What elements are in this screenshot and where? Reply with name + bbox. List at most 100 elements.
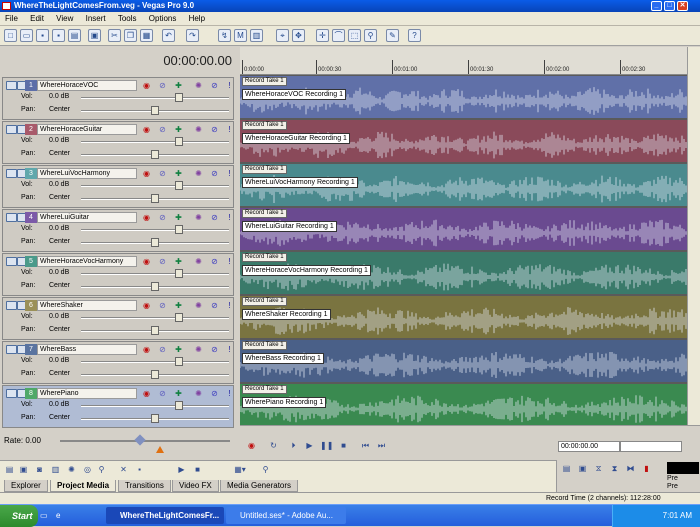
- track-name[interactable]: WhereLuiGuitar: [37, 212, 137, 223]
- track-header[interactable]: 5 WhereHoraceVocHarmony ◉ ⊘ ✚ ✺ ⊘! Vol: 0.0 dB Pa…: [2, 253, 234, 296]
- volume-slider[interactable]: [81, 313, 229, 322]
- track-motion-icon[interactable]: ✺: [194, 81, 203, 90]
- arm-record-icon[interactable]: ◉: [142, 345, 151, 354]
- snapping-icon[interactable]: ⌖: [276, 29, 289, 42]
- track-header[interactable]: 7 WhereBass ◉ ⊘ ✚ ✺ ⊘! Vol: 0.0 dB Pan: Center: [2, 341, 234, 384]
- rate-slider[interactable]: [60, 434, 230, 453]
- mute-icon[interactable]: ⊘: [210, 81, 219, 90]
- track-name[interactable]: WhereLuiVocHarmony: [37, 168, 137, 179]
- track-name[interactable]: WhereShaker: [37, 300, 137, 311]
- envelope-icon[interactable]: ✚: [174, 257, 183, 266]
- track-header[interactable]: 6 WhereShaker ◉ ⊘ ✚ ✺ ⊘! Vol: 0.0 dB Pan: Center: [2, 297, 234, 340]
- pan-thumb[interactable]: [151, 194, 159, 203]
- solo-icon[interactable]: !: [225, 169, 234, 178]
- volume-thumb[interactable]: [175, 181, 183, 190]
- track-header[interactable]: 4 WhereLuiGuitar ◉ ⊘ ✚ ✺ ⊘! Vol: 0.0 dB Pan: Cente…: [2, 209, 234, 252]
- save-icon[interactable]: ▪: [36, 29, 49, 42]
- track-motion-icon[interactable]: ✺: [194, 389, 203, 398]
- volume-slider[interactable]: [81, 357, 229, 366]
- menu-help[interactable]: Help: [184, 12, 210, 26]
- volume-thumb[interactable]: [175, 269, 183, 278]
- render-icon[interactable]: ▤: [68, 29, 81, 42]
- volume-slider[interactable]: [81, 93, 229, 102]
- arm-record-icon[interactable]: ◉: [142, 257, 151, 266]
- volume-thumb[interactable]: [175, 401, 183, 410]
- solo-icon[interactable]: !: [225, 257, 234, 266]
- pan-thumb[interactable]: [151, 238, 159, 247]
- save-as-icon[interactable]: ▪: [52, 29, 65, 42]
- tab-project-media[interactable]: Project Media: [50, 480, 117, 492]
- whats-this-icon[interactable]: ?: [408, 29, 421, 42]
- pan-slider[interactable]: [81, 326, 229, 335]
- remove-media-icon[interactable]: ✕: [118, 464, 129, 475]
- track-lane[interactable]: Record Take 1 WhereHoraceVocHarmony Recor…: [240, 252, 687, 294]
- mixer-properties-icon[interactable]: ⧓: [625, 463, 636, 474]
- search-icon[interactable]: ⚲: [260, 464, 271, 475]
- preview-play-icon[interactable]: ▶: [176, 464, 187, 475]
- envelope-icon[interactable]: ✚: [174, 125, 183, 134]
- arm-record-icon[interactable]: ◉: [142, 125, 151, 134]
- cut-icon[interactable]: ✂: [108, 29, 121, 42]
- zoom-tool-icon[interactable]: ⚲: [364, 29, 377, 42]
- track-header[interactable]: 1 WhereHoraceVOC ◉ ⊘ ✚ ✺ ⊘! Vol: 0.0 dB Pan: Cente…: [2, 77, 234, 120]
- envelope-icon[interactable]: ✚: [174, 169, 183, 178]
- pan-slider[interactable]: [81, 370, 229, 379]
- auto-ripple-icon[interactable]: ↯: [218, 29, 231, 42]
- volume-thumb[interactable]: [175, 313, 183, 322]
- task-audition[interactable]: Untitled.ses* - Adobe Au...: [226, 507, 346, 524]
- track-fx-icon[interactable]: ⊘: [158, 345, 167, 354]
- track-minimize-icon[interactable]: [6, 81, 17, 90]
- volume-thumb[interactable]: [175, 137, 183, 146]
- track-motion-icon[interactable]: ✺: [194, 257, 203, 266]
- track-minimize-icon[interactable]: [6, 389, 17, 398]
- solo-icon[interactable]: !: [225, 389, 234, 398]
- solo-icon[interactable]: !: [225, 213, 234, 222]
- track-fx-icon[interactable]: ⊘: [158, 169, 167, 178]
- track-lane[interactable]: Record Take 1 WherePiano Recording 1: [240, 384, 687, 426]
- solo-icon[interactable]: !: [225, 345, 234, 354]
- pan-slider[interactable]: [81, 414, 229, 423]
- mute-icon[interactable]: ⊘: [210, 389, 219, 398]
- record-icon[interactable]: ◉: [246, 440, 257, 451]
- pan-thumb[interactable]: [151, 282, 159, 291]
- track-lane[interactable]: Record Take 1 WhereHoraceVOC Recording 1: [240, 76, 687, 118]
- track-fx-icon[interactable]: ⊘: [158, 389, 167, 398]
- mute-icon[interactable]: ⊘: [210, 345, 219, 354]
- pan-slider[interactable]: [81, 106, 229, 115]
- pan-thumb[interactable]: [151, 370, 159, 379]
- track-fx-icon[interactable]: ⊘: [158, 125, 167, 134]
- track-name[interactable]: WhereHoraceGuitar: [37, 124, 137, 135]
- track-lane[interactable]: Record Take 1 WhereHoraceGuitar Recording…: [240, 120, 687, 162]
- timeline-area[interactable]: 0:00:00 00:00:30 00:01:00 00:01:30 00:02:00 0…: [240, 47, 687, 426]
- tab-explorer[interactable]: Explorer: [4, 480, 48, 492]
- scripting-icon[interactable]: ✎: [386, 29, 399, 42]
- track-lane[interactable]: Record Take 1 WhereLuiVocHarmony Recordin…: [240, 164, 687, 206]
- track-motion-icon[interactable]: ✺: [194, 345, 203, 354]
- undo-icon[interactable]: ↶: [162, 29, 175, 42]
- capture-icon[interactable]: ▣: [18, 464, 29, 475]
- track-fx-icon[interactable]: ⊘: [158, 301, 167, 310]
- menu-file[interactable]: File: [0, 12, 23, 26]
- track-minimize-icon[interactable]: [6, 169, 17, 178]
- track-fx-icon[interactable]: ⊘: [158, 81, 167, 90]
- track-name[interactable]: WhereHoraceVocHarmony: [37, 256, 137, 267]
- pan-slider[interactable]: [81, 194, 229, 203]
- stop-icon[interactable]: ■: [338, 440, 349, 451]
- envelope-edit-icon[interactable]: ⌒: [332, 29, 345, 42]
- track-lane[interactable]: Record Take 1 WhereBass Recording 1: [240, 340, 687, 382]
- mute-icon[interactable]: ⊘: [210, 301, 219, 310]
- menu-tools[interactable]: Tools: [113, 12, 142, 26]
- volume-thumb[interactable]: [175, 225, 183, 234]
- preview-stop-icon[interactable]: ■: [192, 464, 203, 475]
- menu-edit[interactable]: Edit: [25, 12, 49, 26]
- track-header[interactable]: 8 WherePiano ◉ ⊘ ✚ ✺ ⊘! Vol: 0.0 dB Pan: Center: [2, 385, 234, 428]
- web-media-icon[interactable]: ◎: [82, 464, 93, 475]
- task-vegas[interactable]: WhereTheLightComesFr...: [106, 507, 224, 524]
- track-lane[interactable]: Record Take 1 WhereLuiGuitar Recording 1: [240, 208, 687, 250]
- mute-icon[interactable]: ⊘: [210, 125, 219, 134]
- play-from-start-icon[interactable]: ⏵: [288, 440, 299, 451]
- mixer-record-icon[interactable]: ▮: [641, 463, 652, 474]
- media-properties-icon[interactable]: ▪: [134, 464, 145, 475]
- track-lane[interactable]: Record Take 1 WhereShaker Recording 1: [240, 296, 687, 338]
- pan-thumb[interactable]: [151, 150, 159, 159]
